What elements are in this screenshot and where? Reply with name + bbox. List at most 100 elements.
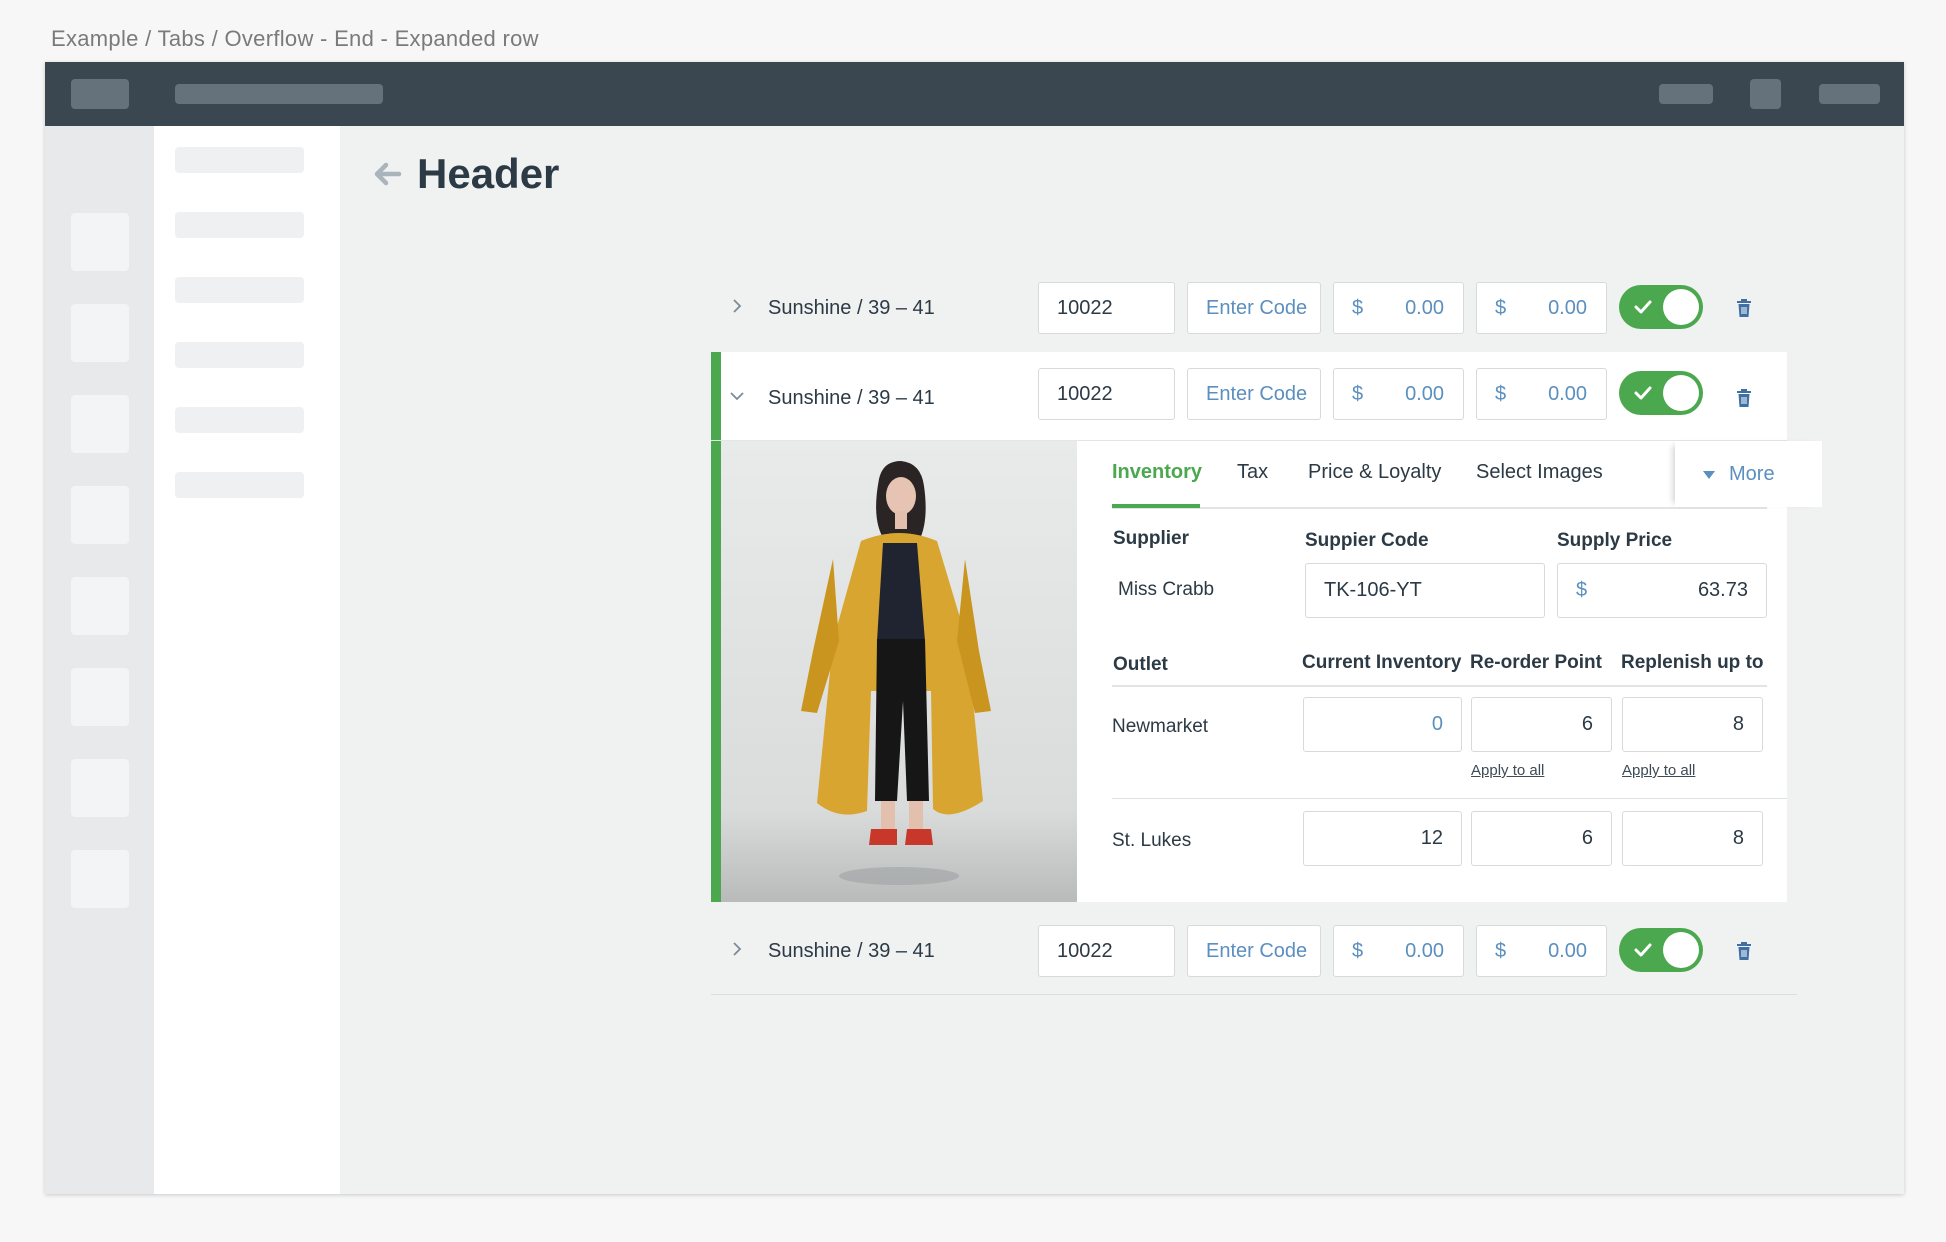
currency-symbol: $ [1352,940,1364,962]
subnav-item[interactable] [175,212,304,238]
current-inventory-input[interactable]: 12 [1303,811,1462,866]
variant-row[interactable]: Sunshine / 39 – 41 10022 Enter Code $0.0… [711,264,1829,352]
enter-code-input[interactable]: Enter Code [1187,368,1321,420]
enter-code-input[interactable]: Enter Code [1187,282,1321,334]
chevron-right-icon[interactable] [729,941,745,957]
reorder-point-input[interactable]: 6 [1471,811,1612,866]
variant-row[interactable]: Sunshine / 39 – 41 10022 Enter Code $0.0… [711,352,1787,441]
check-icon [1634,386,1652,400]
current-inventory-value: 12 [1420,827,1443,849]
price-input[interactable]: $0.00 [1476,925,1607,977]
price-input[interactable]: $0.00 [1476,282,1607,334]
apply-to-all-replenish-link[interactable]: Apply to all [1622,762,1695,779]
tab-tax[interactable]: Tax [1237,461,1268,484]
price-value: 0.00 [1548,383,1587,405]
sub-navigation [154,126,340,1194]
outlet-header: Outlet [1113,654,1168,675]
replenish-input[interactable]: 8 [1622,697,1763,752]
more-label: More [1729,463,1775,485]
price-input[interactable]: $0.00 [1333,368,1464,420]
tab-price-loyalty[interactable]: Price & Loyalty [1308,461,1441,484]
replenish-input[interactable]: 8 [1622,811,1763,866]
topbar-action-placeholder-1[interactable] [1659,84,1713,104]
trash-icon[interactable] [1735,298,1753,318]
subnav-item[interactable] [175,147,304,173]
trash-icon[interactable] [1735,941,1753,961]
tab-inventory[interactable]: Inventory [1112,461,1202,484]
supply-price-input[interactable]: $ 63.73 [1557,563,1767,618]
toggle-knob [1663,375,1699,411]
rail-item[interactable] [71,304,129,362]
icon-rail [45,126,154,1194]
rail-item[interactable] [71,213,129,271]
tab-select-images[interactable]: Select Images [1476,461,1603,484]
subnav-item[interactable] [175,342,304,368]
replenish-value: 8 [1732,713,1744,735]
outlet-name: St. Lukes [1112,830,1192,851]
price-input[interactable]: $0.00 [1476,368,1607,420]
app-window: Header Sunshine / 39 – 41 10022 Enter Co… [45,62,1904,1194]
subnav-item[interactable] [175,472,304,498]
toggle-knob [1663,289,1699,325]
currency-symbol: $ [1352,297,1364,319]
current-inventory-header: Current Inventory [1302,652,1462,673]
code-input[interactable]: 10022 [1038,282,1175,334]
rail-item[interactable] [71,577,129,635]
breadcrumb: Example / Tabs / Overflow - End - Expand… [51,26,539,51]
code-input[interactable]: 10022 [1038,368,1175,420]
trash-icon[interactable] [1735,388,1753,408]
price-input[interactable]: $0.00 [1333,282,1464,334]
currency-symbol: $ [1495,383,1507,405]
subnav-item[interactable] [175,407,304,433]
topbar-action-placeholder-3[interactable] [1819,84,1880,104]
enabled-toggle[interactable] [1619,285,1703,329]
top-bar [45,62,1904,126]
back-arrow-icon[interactable] [371,158,403,190]
supply-price-value: 63.73 [1697,579,1748,601]
apply-to-all-reorder-link[interactable]: Apply to all [1471,762,1544,779]
more-tabs-button[interactable]: More [1675,441,1822,507]
expanded-row: Sunshine / 39 – 41 10022 Enter Code $0.0… [711,352,1822,902]
enabled-toggle[interactable] [1619,371,1703,415]
price-value: 0.00 [1405,940,1444,962]
reorder-point-input[interactable]: 6 [1471,697,1612,752]
currency-symbol: $ [1495,297,1507,319]
row-name: Sunshine / 39 – 41 [768,297,935,319]
current-inventory-input[interactable]: 0 [1303,697,1462,752]
currency-symbol: $ [1576,579,1588,601]
price-input[interactable]: $0.00 [1333,925,1464,977]
model-illustration [721,441,1077,902]
topbar-action-placeholder-2[interactable] [1750,79,1781,109]
active-tab-indicator [1112,504,1200,508]
outlet-name: Newmarket [1112,716,1209,737]
chevron-down-icon[interactable] [729,388,745,404]
rail-item[interactable] [71,759,129,817]
price-value: 0.00 [1405,297,1444,319]
rail-item[interactable] [71,668,129,726]
rail-item[interactable] [71,850,129,908]
currency-symbol: $ [1495,940,1507,962]
product-image [721,441,1077,902]
variant-row[interactable]: Sunshine / 39 – 41 10022 Enter Code $0.0… [711,907,1829,995]
price-value: 0.00 [1548,297,1587,319]
logo-placeholder[interactable] [71,79,129,109]
toggle-knob [1663,932,1699,968]
supplier-code-input[interactable]: TK-106-YT [1305,563,1545,618]
supplier-code-value: TK-106-YT [1324,579,1422,601]
supplier-header: Supplier [1113,528,1190,549]
rail-item[interactable] [71,395,129,453]
enter-code-input[interactable]: Enter Code [1187,925,1321,977]
reorder-point-header: Re-order Point [1470,652,1602,673]
enabled-toggle[interactable] [1619,928,1703,972]
reorder-point-value: 6 [1581,827,1593,849]
caret-down-icon [1703,471,1715,479]
code-input[interactable]: 10022 [1038,925,1175,977]
replenish-header: Replenish up to [1621,652,1764,673]
rail-item[interactable] [71,486,129,544]
row-name: Sunshine / 39 – 41 [768,940,935,962]
subnav-item[interactable] [175,277,304,303]
chevron-right-icon[interactable] [729,298,745,314]
supply-price-header: Supply Price [1557,530,1673,551]
replenish-value: 8 [1732,827,1744,849]
page-title: Header [417,150,560,197]
